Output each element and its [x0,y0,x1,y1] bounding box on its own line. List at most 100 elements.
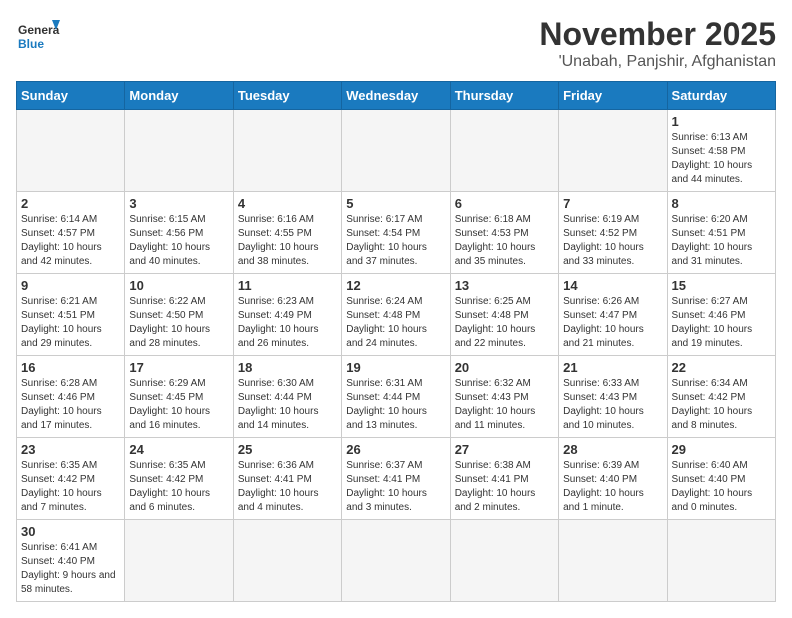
calendar-cell: 30 Sunrise: 6:41 AM Sunset: 4:40 PM Dayli… [17,520,125,602]
day-info: Sunrise: 6:40 AM Sunset: 4:40 PM Dayligh… [672,459,771,515]
day-info: Sunrise: 6:13 AM Sunset: 4:58 PM Dayligh… [672,131,771,187]
day-info: Sunrise: 6:41 AM Sunset: 4:40 PM Dayligh… [21,541,120,597]
weekday-header-wednesday: Wednesday [342,82,450,110]
day-info: Sunrise: 6:35 AM Sunset: 4:42 PM Dayligh… [129,459,228,515]
logo-svg: General Blue [16,16,60,60]
day-number: 22 [672,360,771,375]
day-number: 29 [672,442,771,457]
calendar-cell: 29 Sunrise: 6:40 AM Sunset: 4:40 PM Dayli… [667,438,775,520]
page-header: General Blue November 2025 'Unabah, Panj… [16,16,776,71]
day-number: 14 [563,278,662,293]
day-info: Sunrise: 6:26 AM Sunset: 4:47 PM Dayligh… [563,295,662,351]
day-info: Sunrise: 6:28 AM Sunset: 4:46 PM Dayligh… [21,377,120,433]
calendar-cell [559,110,667,192]
calendar-cell [342,110,450,192]
calendar-cell: 25Sunrise: 6:36 AM Sunset: 4:41 PM Dayli… [233,438,341,520]
weekday-header-monday: Monday [125,82,233,110]
calendar-cell: 9 Sunrise: 6:21 AM Sunset: 4:51 PM Daylig… [17,274,125,356]
calendar-cell: 27 Sunrise: 6:38 AM Sunset: 4:41 PM Dayli… [450,438,558,520]
day-number: 27 [455,442,554,457]
calendar-week-row: 23 Sunrise: 6:35 AM Sunset: 4:42 PM Dayli… [17,438,776,520]
calendar-cell: 1 Sunrise: 6:13 AM Sunset: 4:58 PM Daylig… [667,110,775,192]
day-info: Sunrise: 6:35 AM Sunset: 4:42 PM Dayligh… [21,459,120,515]
day-info: Sunrise: 6:17 AM Sunset: 4:54 PM Dayligh… [346,213,445,269]
day-number: 12 [346,278,445,293]
day-number: 20 [455,360,554,375]
weekday-header-saturday: Saturday [667,82,775,110]
location-title: 'Unabah, Panjshir, Afghanistan [539,53,776,71]
calendar-cell [233,520,341,602]
day-number: 5 [346,196,445,211]
calendar-cell [125,520,233,602]
day-number: 18 [238,360,337,375]
weekday-header-thursday: Thursday [450,82,558,110]
weekday-header-friday: Friday [559,82,667,110]
calendar-cell [342,520,450,602]
day-info: Sunrise: 6:15 AM Sunset: 4:56 PM Dayligh… [129,213,228,269]
calendar-cell: 7Sunrise: 6:19 AM Sunset: 4:52 PM Daylig… [559,192,667,274]
day-number: 1 [672,114,771,129]
calendar-cell: 13 Sunrise: 6:25 AM Sunset: 4:48 PM Dayli… [450,274,558,356]
day-number: 23 [21,442,120,457]
calendar-cell: 22Sunrise: 6:34 AM Sunset: 4:42 PM Dayli… [667,356,775,438]
day-info: Sunrise: 6:37 AM Sunset: 4:41 PM Dayligh… [346,459,445,515]
calendar-cell: 4Sunrise: 6:16 AM Sunset: 4:55 PM Daylig… [233,192,341,274]
day-info: Sunrise: 6:33 AM Sunset: 4:43 PM Dayligh… [563,377,662,433]
day-info: Sunrise: 6:38 AM Sunset: 4:41 PM Dayligh… [455,459,554,515]
day-info: Sunrise: 6:29 AM Sunset: 4:45 PM Dayligh… [129,377,228,433]
calendar-cell [17,110,125,192]
day-number: 6 [455,196,554,211]
day-info: Sunrise: 6:24 AM Sunset: 4:48 PM Dayligh… [346,295,445,351]
calendar-week-row: 16 Sunrise: 6:28 AM Sunset: 4:46 PM Dayli… [17,356,776,438]
day-info: Sunrise: 6:30 AM Sunset: 4:44 PM Dayligh… [238,377,337,433]
calendar-cell [450,520,558,602]
calendar-cell: 5 Sunrise: 6:17 AM Sunset: 4:54 PM Daylig… [342,192,450,274]
weekday-header-sunday: Sunday [17,82,125,110]
calendar-cell: 2Sunrise: 6:14 AM Sunset: 4:57 PM Daylig… [17,192,125,274]
day-info: Sunrise: 6:14 AM Sunset: 4:57 PM Dayligh… [21,213,120,269]
day-info: Sunrise: 6:22 AM Sunset: 4:50 PM Dayligh… [129,295,228,351]
calendar-cell: 10 Sunrise: 6:22 AM Sunset: 4:50 PM Dayli… [125,274,233,356]
calendar-cell: 6 Sunrise: 6:18 AM Sunset: 4:53 PM Daylig… [450,192,558,274]
day-number: 8 [672,196,771,211]
day-number: 9 [21,278,120,293]
calendar-cell: 3 Sunrise: 6:15 AM Sunset: 4:56 PM Daylig… [125,192,233,274]
calendar-cell: 17Sunrise: 6:29 AM Sunset: 4:45 PM Dayli… [125,356,233,438]
calendar-cell: 12 Sunrise: 6:24 AM Sunset: 4:48 PM Dayli… [342,274,450,356]
day-number: 13 [455,278,554,293]
calendar-cell: 20Sunrise: 6:32 AM Sunset: 4:43 PM Dayli… [450,356,558,438]
day-number: 16 [21,360,120,375]
day-info: Sunrise: 6:18 AM Sunset: 4:53 PM Dayligh… [455,213,554,269]
calendar-cell: 11 Sunrise: 6:23 AM Sunset: 4:49 PM Dayli… [233,274,341,356]
calendar-cell: 16 Sunrise: 6:28 AM Sunset: 4:46 PM Dayli… [17,356,125,438]
day-info: Sunrise: 6:31 AM Sunset: 4:44 PM Dayligh… [346,377,445,433]
calendar-table: SundayMondayTuesdayWednesdayThursdayFrid… [16,81,776,602]
day-number: 4 [238,196,337,211]
calendar-cell: 19Sunrise: 6:31 AM Sunset: 4:44 PM Dayli… [342,356,450,438]
calendar-cell [450,110,558,192]
day-number: 21 [563,360,662,375]
day-number: 3 [129,196,228,211]
svg-text:General: General [18,23,60,37]
day-number: 30 [21,524,120,539]
calendar-week-row: 1 Sunrise: 6:13 AM Sunset: 4:58 PM Daylig… [17,110,776,192]
calendar-cell: 14 Sunrise: 6:26 AM Sunset: 4:47 PM Dayli… [559,274,667,356]
weekday-header-row: SundayMondayTuesdayWednesdayThursdayFrid… [17,82,776,110]
day-number: 7 [563,196,662,211]
calendar-cell: 28Sunrise: 6:39 AM Sunset: 4:40 PM Dayli… [559,438,667,520]
day-number: 10 [129,278,228,293]
calendar-week-row: 30 Sunrise: 6:41 AM Sunset: 4:40 PM Dayli… [17,520,776,602]
day-info: Sunrise: 6:23 AM Sunset: 4:49 PM Dayligh… [238,295,337,351]
logo: General Blue [16,16,60,60]
calendar-cell: 26 Sunrise: 6:37 AM Sunset: 4:41 PM Dayli… [342,438,450,520]
day-info: Sunrise: 6:25 AM Sunset: 4:48 PM Dayligh… [455,295,554,351]
day-info: Sunrise: 6:36 AM Sunset: 4:41 PM Dayligh… [238,459,337,515]
calendar-week-row: 9 Sunrise: 6:21 AM Sunset: 4:51 PM Daylig… [17,274,776,356]
day-number: 26 [346,442,445,457]
calendar-cell [667,520,775,602]
day-number: 11 [238,278,337,293]
day-number: 24 [129,442,228,457]
weekday-header-tuesday: Tuesday [233,82,341,110]
day-info: Sunrise: 6:21 AM Sunset: 4:51 PM Dayligh… [21,295,120,351]
calendar-cell: 24 Sunrise: 6:35 AM Sunset: 4:42 PM Dayli… [125,438,233,520]
